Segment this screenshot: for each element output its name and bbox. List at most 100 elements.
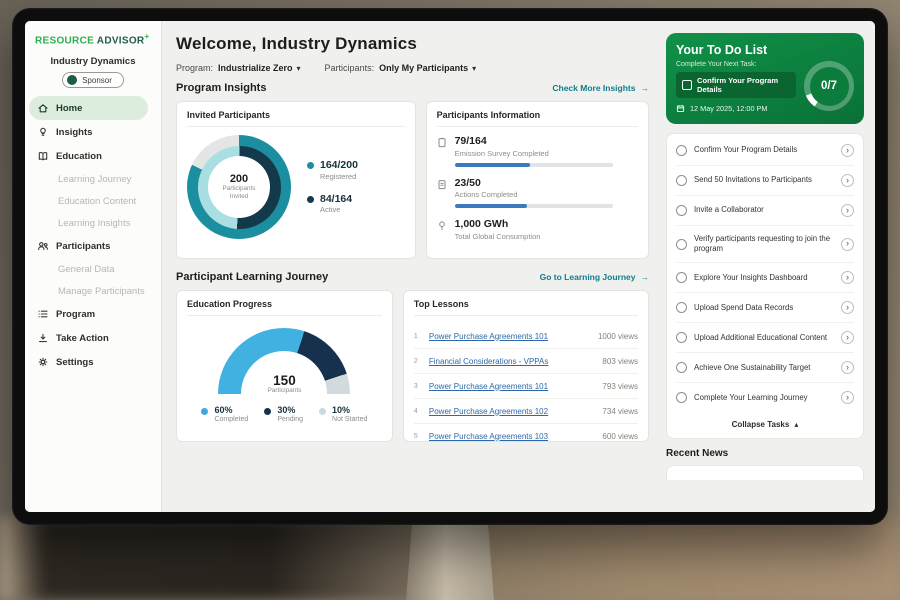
task-open-button[interactable]: ›	[841, 204, 854, 217]
gauge-center: 150 Participants	[218, 374, 350, 395]
task-open-button[interactable]: ›	[841, 174, 854, 187]
task-row-verify-participants[interactable]: Verify participants requesting to join t…	[676, 226, 854, 263]
task-row-upload-educational-content[interactable]: Upload Additional Educational Content ›	[676, 323, 854, 353]
legend-label: Not Started	[332, 416, 367, 423]
card-title: Top Lessons	[414, 299, 638, 316]
task-checkbox-icon[interactable]	[676, 302, 687, 313]
sidebar-item-program[interactable]: Program	[25, 302, 161, 326]
chevron-down-icon: ▾	[472, 64, 476, 73]
sidebar-item-learning-insights[interactable]: Learning Insights	[25, 212, 161, 234]
sidebar-item-education[interactable]: Education	[25, 144, 161, 168]
task-open-button[interactable]: ›	[841, 301, 854, 314]
task-open-button[interactable]: ›	[841, 331, 854, 344]
task-checkbox-icon[interactable]	[676, 145, 687, 156]
program-dropdown[interactable]: Program: Industrialize Zero ▾	[176, 63, 301, 73]
learning-cards-row: Education Progress 150 Participants	[176, 290, 649, 442]
section-title: Participant Learning Journey	[176, 271, 328, 283]
sidebar-item-label: Education	[56, 151, 102, 162]
sidebar-item-take-action[interactable]: Take Action	[25, 326, 161, 350]
stat-global-consumption: 1,000 GWh Total Global Consumption	[437, 218, 638, 241]
lesson-rank: 4	[414, 408, 421, 415]
sidebar-item-education-content[interactable]: Education Content	[25, 190, 161, 212]
task-row-explore-insights[interactable]: Explore Your Insights Dashboard ›	[676, 263, 854, 293]
logo-resource: RESOURCE	[35, 35, 94, 46]
legend-value: 84/164	[320, 194, 352, 206]
check-more-insights-link[interactable]: Check More Insights →	[552, 83, 649, 93]
task-open-button[interactable]: ›	[841, 144, 854, 157]
sidebar: RESOURCE ADVISOR+ Industry Dynamics Spon…	[25, 21, 162, 512]
task-row-complete-learning-journey[interactable]: Complete Your Learning Journey ›	[676, 383, 854, 412]
settings-gear-icon	[37, 356, 49, 368]
lesson-link[interactable]: Financial Considerations - VPPAs	[429, 357, 595, 366]
lesson-views: 803 views	[602, 357, 638, 366]
participants-dropdown[interactable]: Participants: Only My Participants ▾	[325, 63, 477, 73]
task-checkbox-icon[interactable]	[676, 362, 687, 373]
stat-actions-completed: 23/50 Actions Completed	[437, 177, 638, 209]
sidebar-item-label: Learning Insights	[58, 218, 130, 229]
learning-journey-header: Participant Learning Journey Go to Learn…	[176, 271, 649, 283]
sponsor-badge[interactable]: Sponsor	[62, 72, 124, 88]
sidebar-item-label: Learning Journey	[58, 174, 131, 185]
task-checkbox-icon[interactable]	[676, 332, 687, 343]
collapse-tasks-button[interactable]: Collapse Tasks ▴	[676, 412, 854, 436]
task-open-button[interactable]: ›	[841, 271, 854, 284]
actions-progress-fill	[455, 204, 528, 208]
chevron-right-icon: ›	[846, 146, 849, 155]
task-row-send-invitations[interactable]: Send 50 Invitations to Participants ›	[676, 166, 854, 196]
chevron-right-icon: ›	[846, 333, 849, 342]
task-row-achieve-sustainability-target[interactable]: Achieve One Sustainability Target ›	[676, 353, 854, 383]
sidebar-item-participants[interactable]: Participants	[25, 234, 161, 258]
next-task-label: Confirm Your Program Details	[697, 76, 790, 94]
task-label: Invite a Collaborator	[694, 205, 834, 215]
invited-donut-chart: 200 Participants Invited	[187, 135, 291, 239]
lesson-link[interactable]: Power Purchase Agreements 101	[429, 382, 595, 391]
lesson-link[interactable]: Power Purchase Agreements 101	[429, 332, 590, 341]
lesson-link[interactable]: Power Purchase Agreements 102	[429, 407, 595, 416]
sidebar-item-settings[interactable]: Settings	[25, 350, 161, 374]
arrow-right-icon: →	[641, 83, 650, 93]
sidebar-item-label: Take Action	[56, 333, 109, 344]
task-checkbox-icon[interactable]	[676, 239, 687, 250]
recent-news-card	[666, 465, 864, 480]
task-open-button[interactable]: ›	[841, 361, 854, 374]
actions-progress-bar	[455, 204, 613, 208]
legend-item: 164/200 Registered	[307, 160, 358, 181]
go-to-learning-journey-link[interactable]: Go to Learning Journey →	[540, 272, 649, 282]
task-open-button[interactable]: ›	[841, 391, 854, 404]
checkbox-icon[interactable]	[682, 80, 692, 90]
todo-progress-count: 0/7	[810, 67, 849, 106]
lesson-link[interactable]: Power Purchase Agreements 103	[429, 432, 595, 441]
lesson-views: 600 views	[602, 432, 638, 441]
task-label: Achieve One Sustainability Target	[694, 363, 834, 373]
sidebar-item-home[interactable]: Home	[29, 96, 148, 120]
chevron-right-icon: ›	[846, 393, 849, 402]
task-row-upload-spend-data[interactable]: Upload Spend Data Records ›	[676, 293, 854, 323]
education-icon	[37, 150, 49, 162]
task-checkbox-icon[interactable]	[676, 272, 687, 283]
task-label: Complete Your Learning Journey	[694, 393, 834, 403]
task-label: Send 50 Invitations to Participants	[694, 175, 834, 185]
sidebar-item-manage-participants[interactable]: Manage Participants	[25, 280, 161, 302]
next-task-pill[interactable]: Confirm Your Program Details	[676, 72, 796, 98]
todo-progress-ring: 0/7	[804, 61, 854, 111]
sidebar-item-insights[interactable]: Insights	[25, 120, 161, 144]
sidebar-item-learning-journey[interactable]: Learning Journey	[25, 168, 161, 190]
participants-label: Participants:	[325, 63, 375, 73]
tasks-list-card: Confirm Your Program Details › Send 50 I…	[666, 133, 864, 439]
stat-label: Emission Survey Completed	[455, 149, 613, 158]
sponsor-label: Sponsor	[82, 76, 112, 85]
stat-label: Actions Completed	[455, 190, 613, 199]
task-checkbox-icon[interactable]	[676, 205, 687, 216]
task-row-invite-collaborator[interactable]: Invite a Collaborator ›	[676, 196, 854, 226]
task-checkbox-icon[interactable]	[676, 175, 687, 186]
task-row-confirm-program[interactable]: Confirm Your Program Details ›	[676, 136, 854, 166]
sidebar-item-general-data[interactable]: General Data	[25, 258, 161, 280]
sponsor-icon	[67, 75, 77, 85]
survey-progress-bar	[455, 163, 613, 167]
task-open-button[interactable]: ›	[841, 238, 854, 251]
invited-donut-center: 200 Participants Invited	[208, 156, 270, 218]
task-checkbox-icon[interactable]	[676, 392, 687, 403]
insights-icon	[37, 126, 49, 138]
invited-donut-inner-ring: 200 Participants Invited	[198, 146, 281, 229]
donut-center-label: Participants Invited	[217, 185, 261, 201]
